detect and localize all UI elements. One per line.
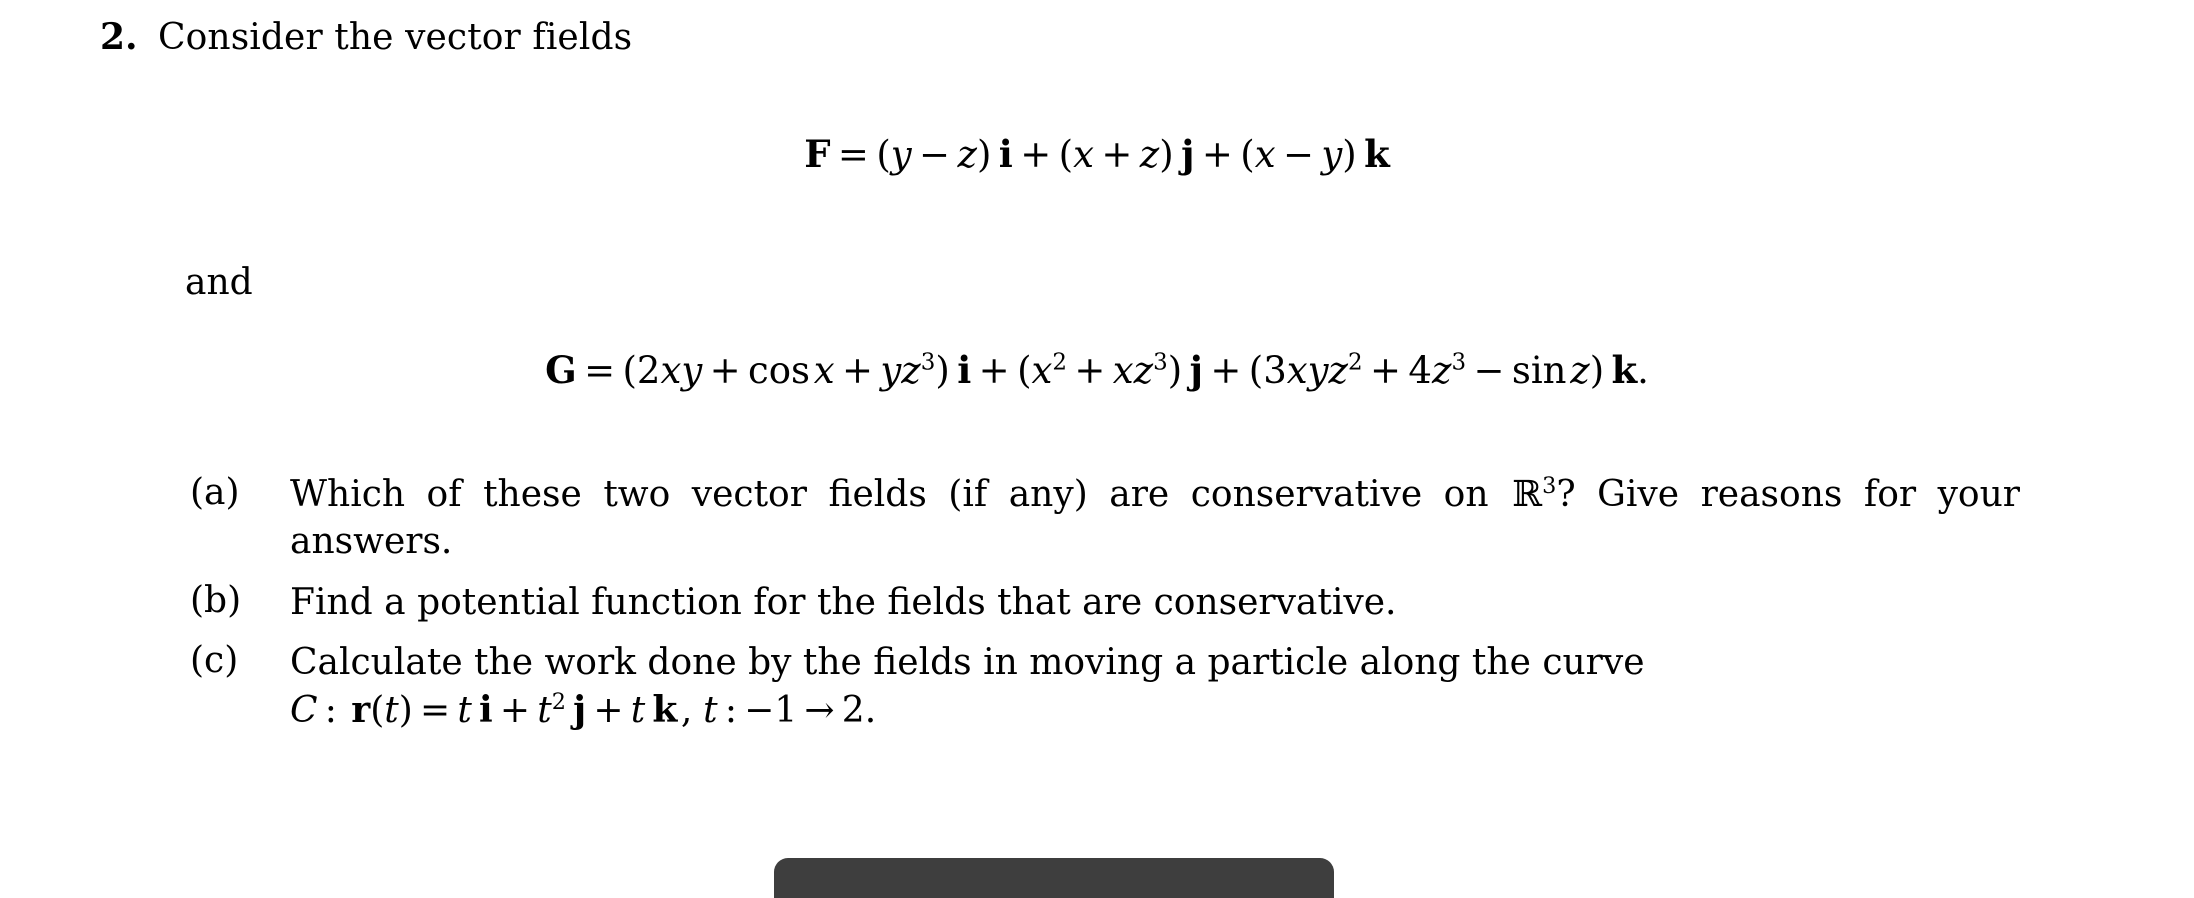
curve-period: . (864, 690, 877, 732)
part-b: (b) Find a potential function for the fi… (190, 580, 2020, 627)
part-c-text: Calculate the work done by the fields in… (290, 640, 2020, 735)
part-a-label: (a) (190, 472, 240, 513)
problem-prompt: Consider the vector fields (158, 17, 633, 58)
conjunction-and: and (185, 262, 253, 303)
part-c-label: (c) (190, 640, 239, 682)
part-b-label: (b) (190, 579, 242, 621)
equation-G-lhs: G (545, 348, 577, 392)
bottom-toolbar-stub[interactable] (774, 858, 1334, 898)
curve-range-start: −1 (744, 690, 798, 732)
equation-F: F = (y − z) i + (x + z) j + (x − y) k (804, 132, 1390, 176)
curve-colon: : (324, 690, 337, 732)
equation-G-equals: = (584, 349, 616, 392)
equation-F-equals: = (837, 133, 869, 176)
problem-heading: 2. Consider the vector fields (100, 16, 632, 58)
part-c-line1: Calculate the work done by the fields in… (290, 642, 1645, 684)
equation-G: G = (2xy + cos x + yz3) i + (x2 + xz3) j + (3xyz2 +4z… (545, 348, 1649, 392)
part-c: (c) Calculate the work done by the field… (190, 640, 2020, 735)
curve-name: C (290, 690, 318, 732)
curve-range-end: 2 (841, 690, 865, 732)
curve-arrow: → (804, 690, 835, 732)
curve-parameter: t (703, 690, 718, 732)
part-b-text: Find a potential function for the fields… (290, 581, 1397, 623)
curve-range-colon: : (724, 690, 737, 732)
part-a-text-before: Which of these two vector fields (if any… (290, 474, 1511, 515)
real-numbers-symbol: ℝ3 (1512, 473, 1557, 515)
part-c-curve: C: r(t) = t i + t2 j + t k, t: −1 → 2. (290, 689, 877, 732)
worksheet-page: 2. Consider the vector fields F = (y − z) i +… (0, 0, 2194, 898)
curve-equals: = (419, 690, 451, 732)
real-numbers-exponent: 3 (1542, 473, 1557, 499)
part-a: (a) Which of these two vector fields (if… (190, 472, 2020, 566)
parts-list: (a) Which of these two vector fields (if… (190, 472, 2020, 749)
equation-G-period: . (1637, 349, 1649, 392)
problem-number: 2. (100, 16, 138, 58)
part-a-text: Which of these two vector fields (if any… (290, 472, 2020, 566)
equation-F-lhs: F (804, 132, 831, 176)
